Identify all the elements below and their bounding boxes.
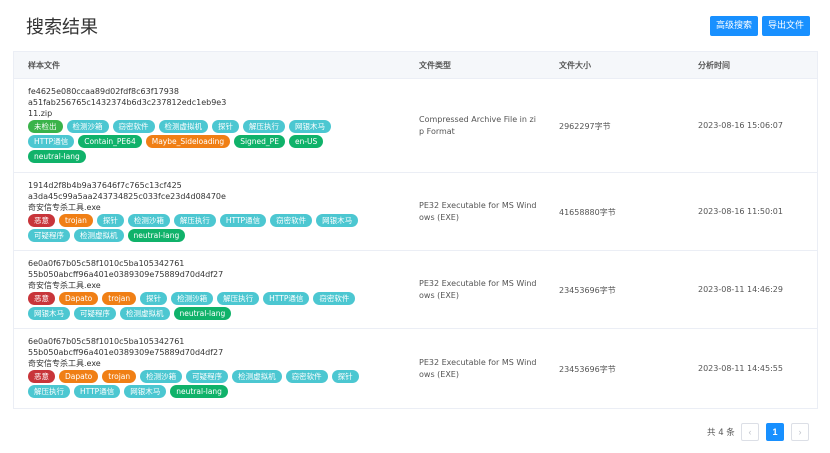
sample-file-cell: fe4625e080ccaa89d02fdf8c63f17938 a51fab25… [28, 86, 368, 163]
tag-badge: Contain_PE64 [78, 135, 142, 148]
file-type-cell: PE32 Executable for MS Windows (EXE) [419, 201, 537, 222]
md5-hash: 6e0a0f67b05c58f1010c5ba105342761 [28, 337, 185, 346]
page-title: 搜索结果 [26, 17, 98, 38]
tag-badge: Dapato [59, 370, 99, 383]
tag-badge: trojan [102, 370, 137, 383]
tag-badge: 解压执行 [28, 385, 70, 398]
tag-list: 恶意 Dapato trojan 检测沙箱 可疑程序 检测虚拟机 窃密软件 探针解压执行 HTT… [28, 370, 373, 398]
tag-badge: 解压执行 [243, 120, 285, 133]
analysis-time-cell: 2023-08-16 11:50:01 [698, 207, 783, 216]
table-row[interactable]: 6e0a0f67b05c58f1010c5ba105342761 55b050ab… [14, 329, 817, 408]
tag-badge: 检测沙箱 [127, 214, 170, 227]
sha1-hash: 55b050abcff96a401e0389309e75889d70d4df27 [28, 270, 224, 279]
analysis-time-cell: 2023-08-11 14:45:55 [698, 364, 783, 373]
md5-hash: fe4625e080ccaa89d02fdf8c63f17938 [28, 87, 179, 96]
tag-badge: neutral-lang [127, 229, 186, 242]
tag-badge: 探针 [212, 120, 239, 133]
tag-badge: en-US [288, 135, 324, 148]
tag-badge: HTTP通信 [219, 214, 267, 227]
page-header: 搜索结果 高级搜索 导出文件 [0, 0, 830, 50]
results-table: 样本文件 文件类型 文件大小 分析时间 fe4625e080ccaa89d02f… [13, 51, 818, 409]
file-type-cell: Compressed Archive File in zip Format [419, 115, 536, 136]
tag-badge: 探针 [140, 292, 168, 305]
tag-badge: 解压执行 [173, 214, 216, 227]
tag-badge: 窃密软件 [112, 120, 155, 133]
sha1-hash: a51fab256765c1432374b6d3c237812edc1eb9e3 [28, 98, 227, 107]
tag-badge: neutral-lang [28, 150, 86, 163]
tag-badge: neutral-lang [170, 385, 228, 398]
tag-badge: HTTP通信 [28, 135, 75, 148]
tag-list: 恶意 Dapato trojan 探针 检测沙箱 解压执行 HTTP通信 窃密软件网银木马 可疑… [28, 292, 373, 320]
file-size-cell: 23453696字节 [559, 286, 616, 295]
tag-badge: Dapato [59, 292, 99, 305]
tag-list: 恶意 trojan 探针 检测沙箱 解压执行 HTTP通信 窃密软件 网银木马可疑程序 检测虚拟… [28, 214, 373, 242]
sha1-hash: a3da45c99a5aa243734825c033fce23d4d08470e [28, 192, 226, 201]
file-name[interactable]: 奇安信专杀工具.exe [28, 358, 368, 369]
table-header: 样本文件 文件类型 文件大小 分析时间 [14, 52, 817, 79]
sample-file-cell: 1914d2f8b4b9a37646f7c765c13cf425 a3da45c9… [28, 180, 368, 242]
tag-badge: 网银木马 [28, 307, 70, 320]
tag-badge: 窃密软件 [285, 370, 328, 383]
tag-badge: 检测沙箱 [66, 120, 109, 133]
file-size-cell: 2962297字节 [559, 122, 611, 131]
tag-badge: 恶意 [28, 370, 55, 383]
file-name[interactable]: 奇安信专杀工具.exe [28, 202, 368, 213]
tag-badge: HTTP通信 [263, 292, 310, 305]
tag-badge: 恶意 [28, 292, 55, 305]
column-header-file-size[interactable]: 文件大小 [559, 52, 591, 79]
file-size-cell: 23453696字节 [559, 365, 616, 374]
tag-badge: 网银木马 [289, 120, 331, 133]
tag-badge: 探针 [96, 214, 124, 227]
column-header-file-type[interactable]: 文件类型 [419, 52, 451, 79]
sample-file-cell: 6e0a0f67b05c58f1010c5ba105342761 55b050ab… [28, 258, 368, 320]
tag-badge: 窃密软件 [313, 292, 356, 305]
page-number-current[interactable]: 1 [766, 423, 784, 441]
md5-hash: 1914d2f8b4b9a37646f7c765c13cf425 [28, 181, 182, 190]
tag-badge: trojan [102, 292, 137, 305]
file-name[interactable]: 11.zip [28, 108, 368, 119]
tag-badge: 探针 [331, 370, 359, 383]
sample-file-cell: 6e0a0f67b05c58f1010c5ba105342761 55b050ab… [28, 336, 368, 398]
tag-badge: neutral-lang [173, 307, 232, 320]
advanced-search-button[interactable]: 高级搜索 [710, 16, 758, 36]
tag-badge: 恶意 [28, 214, 55, 227]
table-row[interactable]: fe4625e080ccaa89d02fdf8c63f17938 a51fab25… [14, 79, 817, 173]
tag-badge: 检测虚拟机 [120, 307, 170, 320]
tag-badge: 网银木马 [316, 214, 359, 227]
file-name[interactable]: 奇安信专杀工具.exe [28, 280, 368, 291]
tag-badge: 可疑程序 [186, 370, 229, 383]
column-header-sample-file[interactable]: 样本文件 [28, 52, 60, 79]
tag-badge: 网银木马 [124, 385, 167, 398]
file-type-cell: PE32 Executable for MS Windows (EXE) [419, 358, 537, 379]
tag-badge: HTTP通信 [74, 385, 121, 398]
prev-page-icon[interactable]: ‹ [741, 423, 759, 441]
table-row[interactable]: 6e0a0f67b05c58f1010c5ba105342761 55b050ab… [14, 251, 817, 329]
tag-badge: 未检出 [28, 120, 63, 133]
table-row[interactable]: 1914d2f8b4b9a37646f7c765c13cf425 a3da45c9… [14, 173, 817, 251]
tag-badge: 检测虚拟机 [232, 370, 282, 383]
tag-badge: 可疑程序 [74, 307, 116, 320]
tag-badge: 检测沙箱 [171, 292, 214, 305]
total-count: 共 4 条 [707, 428, 735, 438]
tag-badge: 解压执行 [217, 292, 260, 305]
tag-badge: 检测虚拟机 [158, 120, 208, 133]
tag-badge: trojan [59, 214, 93, 227]
tag-list: 未检出 检测沙箱 窃密软件 检测虚拟机 探针 解压执行 网银木马 HTTP通信 Contain_… [28, 120, 373, 163]
next-page-icon[interactable]: › [791, 423, 809, 441]
export-file-button[interactable]: 导出文件 [762, 16, 810, 36]
file-type-cell: PE32 Executable for MS Windows (EXE) [419, 279, 537, 300]
tag-badge: 检测沙箱 [140, 370, 183, 383]
pagination: 共 4 条 ‹ 1 › [0, 423, 830, 441]
analysis-time-cell: 2023-08-11 14:46:29 [698, 285, 783, 294]
column-header-analysis-time[interactable]: 分析时间 [698, 52, 730, 79]
md5-hash: 6e0a0f67b05c58f1010c5ba105342761 [28, 259, 185, 268]
tag-badge: 可疑程序 [28, 229, 70, 242]
sha1-hash: 55b050abcff96a401e0389309e75889d70d4df27 [28, 348, 224, 357]
tag-badge: Maybe_Sideloading [145, 135, 231, 148]
tag-badge: 检测虚拟机 [74, 229, 124, 242]
tag-badge: 窃密软件 [270, 214, 313, 227]
file-size-cell: 41658880字节 [559, 208, 616, 217]
tag-badge: Signed_PE [234, 135, 285, 148]
analysis-time-cell: 2023-08-16 15:06:07 [698, 121, 783, 130]
